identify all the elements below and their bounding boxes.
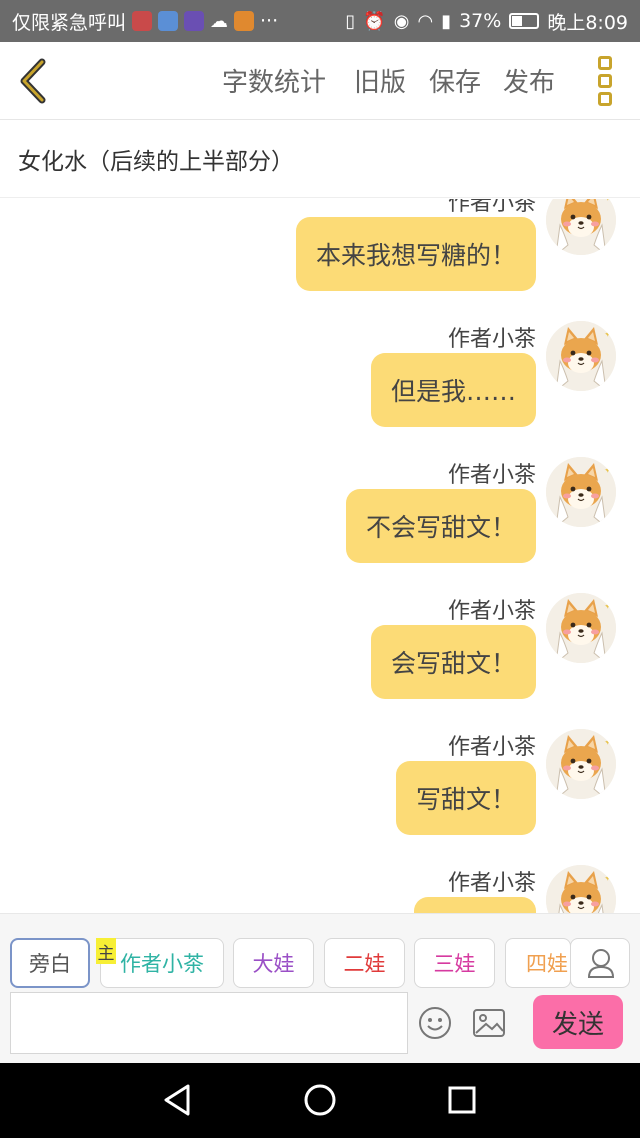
message-author: 作者小茶 xyxy=(447,871,536,896)
emoji-icon xyxy=(419,1007,451,1039)
recents-square-icon xyxy=(448,1086,476,1114)
shiba-avatar-icon: ✦ xyxy=(546,593,616,663)
role-tab-author[interactable]: 作者小茶 xyxy=(100,938,224,988)
document-title-row[interactable]: 女化水（后续的上半部分） xyxy=(0,120,640,198)
main-role-badge: 主 xyxy=(96,938,116,964)
carrier-text: 仅限紧急呼叫 xyxy=(12,11,127,34)
battery-percent: 37% xyxy=(459,10,502,32)
app-notification-icon xyxy=(234,11,255,31)
composer: 旁白 作者小茶 主 大娃 二娃 三娃 四娃 发送 xyxy=(0,913,640,1063)
svg-text:✦: ✦ xyxy=(604,199,612,204)
message-author: 作者小茶 xyxy=(447,199,536,216)
message-bubble[interactable]: 但是我…… xyxy=(370,353,536,427)
message-author: 作者小茶 xyxy=(447,327,536,352)
avatar[interactable]: ✦ xyxy=(546,865,616,913)
role-tab-siwa[interactable]: 四娃 xyxy=(505,938,571,988)
eye-icon: ◉ xyxy=(393,10,410,32)
shiba-avatar-icon: ✦ xyxy=(546,321,616,391)
chat-area[interactable]: 作者小茶 本来我想写糖的！ ✦ 作者小茶 但是我…… ✦ 作者小茶 不会写甜文！… xyxy=(0,199,640,913)
message-author: 作者小茶 xyxy=(447,735,536,760)
home-circle-icon xyxy=(304,1084,336,1116)
message-bubble[interactable] xyxy=(414,897,536,913)
role-tab-erwa[interactable]: 二娃 xyxy=(324,938,405,988)
back-button[interactable] xyxy=(14,56,54,106)
role-label: 旁白 xyxy=(29,952,71,976)
more-vertical-icon-dot xyxy=(598,92,612,106)
more-vertical-icon xyxy=(598,56,612,70)
avatar[interactable]: ✦ xyxy=(546,593,616,663)
vibrate-icon: ▯ xyxy=(345,10,356,32)
manage-roles-button[interactable] xyxy=(570,938,630,988)
cloud-icon: ☁ xyxy=(210,10,229,32)
message-bubble[interactable]: 不会写甜文！ xyxy=(345,489,536,563)
more-notifications-text: ··· xyxy=(260,10,279,32)
role-label: 大娃 xyxy=(252,952,295,976)
word-count-button[interactable]: 字数统计 xyxy=(222,62,326,99)
message-bubble[interactable]: 会写甜文！ xyxy=(370,625,536,699)
back-triangle-icon xyxy=(164,1084,190,1116)
role-tab-narrator[interactable]: 旁白 xyxy=(10,938,90,988)
emoji-button[interactable] xyxy=(418,1006,452,1040)
message-input[interactable] xyxy=(10,992,408,1054)
clock: 晚上8:09 xyxy=(547,11,628,34)
editor-toolbar: 字数统计 旧版 保存 发布 xyxy=(0,42,640,120)
nav-back-button[interactable] xyxy=(158,1080,198,1120)
document-title: 女化水（后续的上半部分） xyxy=(18,148,294,175)
app-notification-icon xyxy=(158,11,179,31)
shiba-avatar-icon: ✦ xyxy=(546,199,616,255)
role-label: 三娃 xyxy=(433,952,476,976)
shiba-avatar-icon: ✦ xyxy=(546,457,616,527)
nav-recents-button[interactable] xyxy=(442,1080,482,1120)
shiba-avatar-icon: ✦ xyxy=(546,729,616,799)
app-notification-icon xyxy=(184,11,205,31)
role-tab-dawa[interactable]: 大娃 xyxy=(233,938,314,988)
status-bar: 仅限紧急呼叫 ☁ ··· ▯ ⏰ ◉ ◠ ▮ 37% 晚上8:09 xyxy=(0,0,640,42)
user-icon xyxy=(587,949,615,978)
role-tab-sanwa[interactable]: 三娃 xyxy=(414,938,495,988)
svg-text:✦: ✦ xyxy=(604,738,612,748)
more-vertical-icon-dot xyxy=(598,74,612,88)
svg-text:✦: ✦ xyxy=(604,330,612,340)
svg-text:✦: ✦ xyxy=(604,602,612,612)
image-icon xyxy=(473,1009,505,1037)
send-button[interactable]: 发送 xyxy=(533,995,623,1049)
alarm-icon: ⏰ xyxy=(363,10,386,32)
shiba-avatar-icon: ✦ xyxy=(546,865,616,913)
more-menu-button[interactable] xyxy=(590,56,620,108)
message-bubble[interactable]: 本来我想写糖的！ xyxy=(295,217,536,291)
app-notification-icon xyxy=(132,11,153,31)
role-label: 二娃 xyxy=(343,952,386,976)
old-version-button[interactable]: 旧版 xyxy=(354,62,406,99)
message-bubble[interactable]: 写甜文！ xyxy=(395,761,536,835)
avatar[interactable]: ✦ xyxy=(546,729,616,799)
role-label: 作者小茶 xyxy=(120,952,204,976)
avatar[interactable]: ✦ xyxy=(546,457,616,527)
role-label: 四娃 xyxy=(526,952,568,976)
avatar[interactable]: ✦ xyxy=(546,199,616,255)
svg-text:✦: ✦ xyxy=(604,874,612,884)
chevron-left-icon xyxy=(20,58,46,104)
message-author: 作者小茶 xyxy=(447,599,536,624)
battery-icon xyxy=(509,13,540,29)
system-nav-bar xyxy=(0,1063,640,1138)
wifi-icon: ◠ xyxy=(417,10,434,32)
image-button[interactable] xyxy=(472,1008,506,1038)
publish-button[interactable]: 发布 xyxy=(503,62,555,99)
message-author: 作者小茶 xyxy=(447,463,536,488)
save-button[interactable]: 保存 xyxy=(429,62,481,99)
svg-text:✦: ✦ xyxy=(604,466,612,476)
nav-home-button[interactable] xyxy=(300,1080,340,1120)
avatar[interactable]: ✦ xyxy=(546,321,616,391)
sim-alert-icon: ▮ xyxy=(441,10,452,32)
